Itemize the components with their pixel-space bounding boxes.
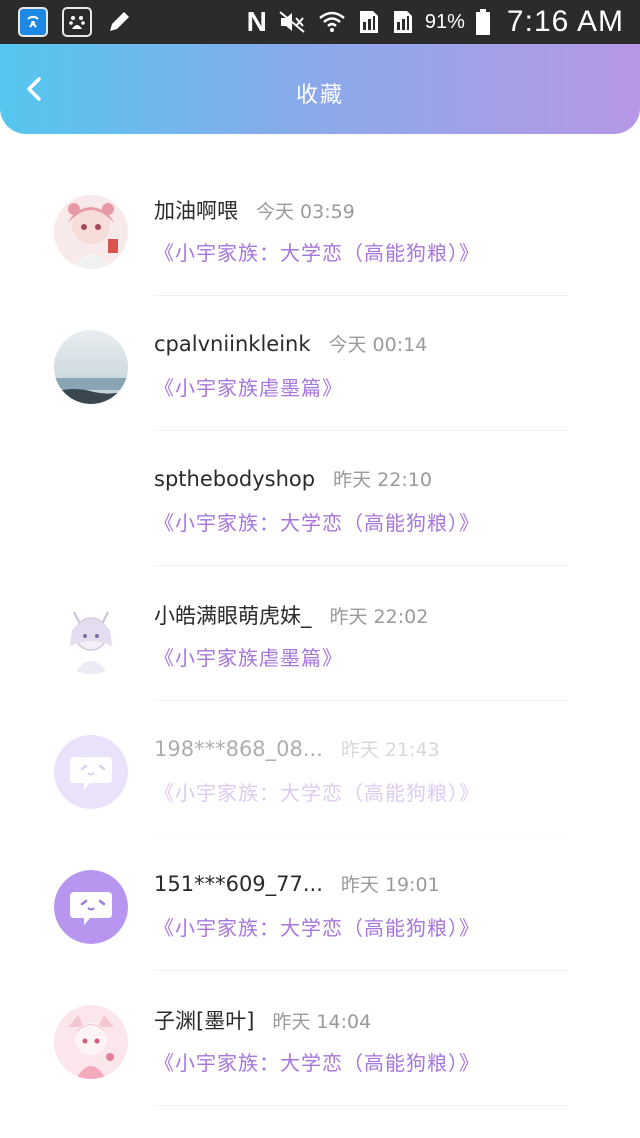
baidu-app-icon xyxy=(62,7,92,37)
list-item[interactable]: 加油啊喂 今天 03:59 《小宇家族：大学恋（高能狗粮）》 xyxy=(0,161,640,296)
user-name: 子渊[墨叶] xyxy=(154,1009,255,1033)
divider xyxy=(154,1105,568,1106)
book-title-link[interactable]: 《小宇家族虐墨篇》 xyxy=(154,372,343,401)
avatar[interactable] xyxy=(54,195,128,269)
user-name: spthebodyshop xyxy=(154,467,316,491)
sim-signal-icon xyxy=(393,11,412,33)
timestamp: 昨天 22:02 xyxy=(329,606,429,628)
list-item[interactable]: spthebodyshop 昨天 22:10 《小宇家族：大学恋（高能狗粮）》 xyxy=(0,431,640,566)
clock: 7:16 AM xyxy=(506,5,624,38)
timestamp: 昨天 14:04 xyxy=(272,1011,372,1033)
book-title-link[interactable]: 《小宇家族：大学恋（高能狗粮）》 xyxy=(154,777,480,806)
book-title-link[interactable]: 《小宇家族：大学恋（高能狗粮）》 xyxy=(154,1047,480,1076)
user-name: 小皓满眼萌虎妹_ xyxy=(154,604,312,628)
user-name: 151***609_77... xyxy=(154,872,323,896)
avatar[interactable] xyxy=(54,735,128,809)
battery-icon xyxy=(475,9,490,35)
timestamp: 昨天 21:43 xyxy=(340,739,440,761)
timestamp: 昨天 19:01 xyxy=(340,874,440,896)
page-title: 收藏 xyxy=(295,83,344,108)
status-bar: N 91% 7:16 AM xyxy=(0,0,640,44)
avatar[interactable] xyxy=(54,330,128,404)
wifi-icon xyxy=(319,11,345,32)
book-title-link[interactable]: 《小宇家族：大学恋（高能狗粮）》 xyxy=(154,237,480,266)
list-item[interactable]: 子渊[墨叶] 昨天 14:04 《小宇家族：大学恋（高能狗粮）》 xyxy=(0,971,640,1106)
favorites-list: 加油啊喂 今天 03:59 《小宇家族：大学恋（高能狗粮）》 cpalvniin… xyxy=(0,161,640,1106)
wifi-hotspot-app-icon xyxy=(18,7,48,37)
book-title-link[interactable]: 《小宇家族：大学恋（高能狗粮）》 xyxy=(154,507,480,536)
list-item[interactable]: 小皓满眼萌虎妹_ 昨天 22:02 《小宇家族虐墨篇》 xyxy=(0,566,640,701)
list-item[interactable]: 198***868_08... 昨天 21:43 《小宇家族：大学恋（高能狗粮）… xyxy=(0,701,640,836)
timestamp: 今天 00:14 xyxy=(328,334,428,356)
nfc-icon: N xyxy=(246,6,267,37)
book-title-link[interactable]: 《小宇家族：大学恋（高能狗粮）》 xyxy=(154,912,480,941)
avatar[interactable] xyxy=(54,870,128,944)
user-name: cpalvniinkleink xyxy=(154,332,311,356)
book-title-link[interactable]: 《小宇家族虐墨篇》 xyxy=(154,642,343,671)
battery-percent: 91% xyxy=(424,10,465,33)
pencil-icon xyxy=(110,12,129,31)
timestamp: 今天 03:59 xyxy=(256,201,355,223)
avatar[interactable] xyxy=(54,600,128,674)
avatar[interactable] xyxy=(54,1005,128,1079)
avatar[interactable] xyxy=(54,465,128,539)
list-item[interactable]: 151***609_77... 昨天 19:01 《小宇家族：大学恋（高能狗粮）… xyxy=(0,836,640,971)
list-item[interactable]: cpalvniinkleink 今天 00:14 《小宇家族虐墨篇》 xyxy=(0,296,640,431)
sim-signal-icon xyxy=(359,11,378,33)
header-bar: 收藏 xyxy=(0,44,640,134)
user-name: 198***868_08... xyxy=(154,737,323,761)
timestamp: 昨天 22:10 xyxy=(333,469,432,491)
mute-icon xyxy=(279,11,305,33)
user-name: 加油啊喂 xyxy=(154,199,238,223)
